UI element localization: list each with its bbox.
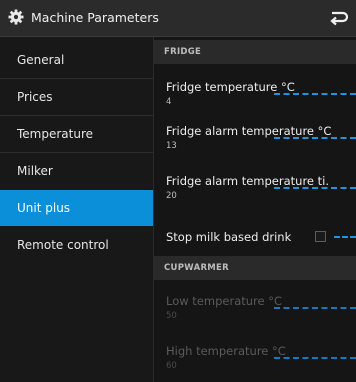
sidebar-item-label: General bbox=[17, 53, 65, 67]
section-header-fridge: FRIDGE bbox=[154, 40, 356, 64]
setting-fridge-alarm-temperature[interactable]: Fridge alarm temperature °C 13 bbox=[154, 120, 356, 158]
setting-value: 4 bbox=[166, 97, 172, 107]
setting-label: High temperature °C bbox=[166, 344, 286, 358]
back-arrow-icon[interactable] bbox=[328, 8, 350, 28]
settings-panel: FRIDGE Fridge temperature °C 4 Fridge al… bbox=[154, 37, 356, 382]
section-header-label: CUPWARMER bbox=[164, 263, 229, 273]
edit-field-indicator[interactable] bbox=[274, 357, 356, 359]
setting-value: 20 bbox=[166, 191, 177, 201]
edit-field-indicator[interactable] bbox=[274, 307, 356, 309]
sidebar-item-label: Temperature bbox=[17, 127, 94, 141]
sidebar-item-unit-plus[interactable]: Unit plus bbox=[0, 190, 153, 226]
sidebar-item-milker[interactable]: Milker bbox=[0, 153, 153, 189]
edit-field-indicator[interactable] bbox=[274, 93, 356, 95]
sidebar-item-remote-control[interactable]: Remote control bbox=[0, 227, 153, 263]
setting-high-temperature[interactable]: High temperature °C 60 bbox=[154, 340, 356, 378]
setting-value: 50 bbox=[166, 311, 177, 321]
gear-icon bbox=[8, 9, 24, 25]
setting-label: Low temperature °C bbox=[166, 294, 283, 308]
page-title: Machine Parameters bbox=[31, 10, 159, 25]
sidebar: General Prices Temperature Milker Unit p… bbox=[0, 37, 154, 382]
sidebar-item-label: Unit plus bbox=[17, 201, 71, 215]
title-bar: Machine Parameters bbox=[0, 0, 356, 37]
setting-label: Stop milk based drink bbox=[166, 230, 292, 244]
sidebar-item-label: Milker bbox=[17, 164, 53, 178]
setting-label: Fridge temperature °C bbox=[166, 80, 295, 94]
sidebar-item-label: Prices bbox=[17, 90, 53, 104]
edit-field-indicator[interactable] bbox=[334, 236, 356, 238]
section-header-label: FRIDGE bbox=[164, 47, 202, 57]
section-header-cupwarmer: CUPWARMER bbox=[154, 256, 356, 280]
machine-parameters-screen: Machine Parameters General Prices Temper… bbox=[0, 0, 356, 382]
edit-field-indicator[interactable] bbox=[274, 187, 356, 189]
sidebar-item-label: Remote control bbox=[17, 238, 109, 252]
setting-low-temperature[interactable]: Low temperature °C 50 bbox=[154, 290, 356, 328]
edit-field-indicator[interactable] bbox=[274, 137, 356, 139]
setting-fridge-alarm-temperature-time[interactable]: Fridge alarm temperature ti. 20 bbox=[154, 170, 356, 208]
setting-stop-milk-based-drink[interactable]: Stop milk based drink bbox=[154, 221, 356, 251]
setting-fridge-temperature[interactable]: Fridge temperature °C 4 bbox=[154, 76, 356, 114]
sidebar-item-general[interactable]: General bbox=[0, 42, 153, 78]
setting-value: 13 bbox=[166, 141, 177, 151]
stop-milk-checkbox[interactable] bbox=[315, 231, 326, 242]
setting-value: 60 bbox=[166, 361, 177, 371]
sidebar-item-temperature[interactable]: Temperature bbox=[0, 116, 153, 152]
setting-label: Fridge alarm temperature ti. bbox=[166, 174, 330, 188]
sidebar-item-prices[interactable]: Prices bbox=[0, 79, 153, 115]
setting-label: Fridge alarm temperature °C bbox=[166, 124, 332, 138]
